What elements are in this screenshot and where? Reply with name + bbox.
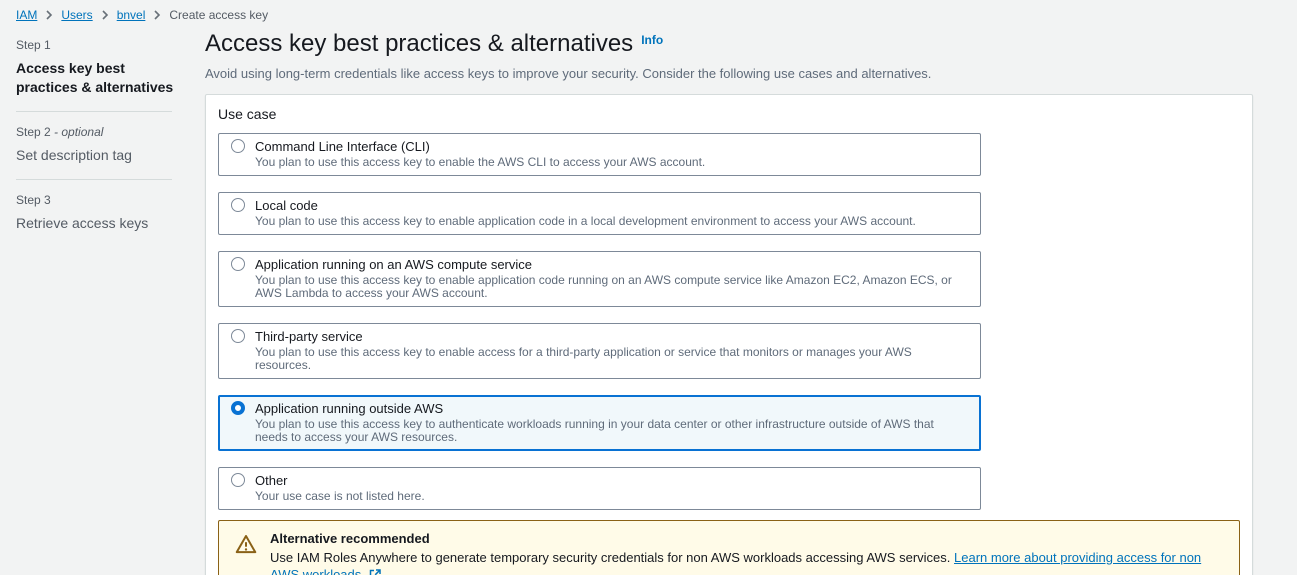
use-case-options: Command Line Interface (CLI) You plan to… bbox=[218, 133, 981, 510]
radio-button-icon[interactable] bbox=[231, 401, 245, 415]
wizard-step-2: Step 2 - optional Set description tag bbox=[16, 125, 189, 165]
option-title: Local code bbox=[255, 198, 318, 213]
radio-button-icon[interactable] bbox=[231, 473, 245, 487]
option-title: Application running outside AWS bbox=[255, 401, 443, 416]
step-number-label: Step 1 bbox=[16, 38, 189, 52]
page-description: Avoid using long-term credentials like a… bbox=[205, 66, 1253, 81]
radio-button-icon[interactable] bbox=[231, 198, 245, 212]
use-case-option-local-code[interactable]: Local code You plan to use this access k… bbox=[218, 192, 981, 235]
main-content: Access key best practices & alternatives… bbox=[205, 26, 1297, 575]
page-title: Access key best practices & alternatives bbox=[205, 30, 633, 59]
breadcrumb-link-users[interactable]: Users bbox=[61, 8, 92, 22]
option-description: You plan to use this access key to enabl… bbox=[255, 156, 968, 169]
alert-text: Use IAM Roles Anywhere to generate tempo… bbox=[270, 549, 1223, 575]
use-case-option-cli[interactable]: Command Line Interface (CLI) You plan to… bbox=[218, 133, 981, 176]
radio-button-icon[interactable] bbox=[231, 257, 245, 271]
use-case-option-outside-aws[interactable]: Application running outside AWS You plan… bbox=[218, 395, 981, 451]
radio-button-icon[interactable] bbox=[231, 329, 245, 343]
wizard-steps-sidebar: Step 1 Access key best practices & alter… bbox=[0, 26, 205, 237]
option-description: Your use case is not listed here. bbox=[255, 490, 968, 503]
step-title[interactable]: Set description tag bbox=[16, 146, 188, 165]
step-divider bbox=[16, 111, 172, 112]
wizard-step-1: Step 1 Access key best practices & alter… bbox=[16, 38, 189, 97]
external-link-icon bbox=[369, 568, 381, 575]
option-title: Third-party service bbox=[255, 329, 363, 344]
step-number-label: Step 2 - optional bbox=[16, 125, 189, 139]
use-case-option-other[interactable]: Other Your use case is not listed here. bbox=[218, 467, 981, 510]
breadcrumb-link-iam[interactable]: IAM bbox=[16, 8, 37, 22]
alert-title: Alternative recommended bbox=[270, 531, 1223, 546]
radio-button-icon[interactable] bbox=[231, 139, 245, 153]
option-description: You plan to use this access key to enabl… bbox=[255, 274, 968, 300]
warning-triangle-icon bbox=[235, 531, 257, 559]
chevron-right-icon bbox=[153, 10, 161, 20]
breadcrumb-current: Create access key bbox=[169, 8, 268, 22]
info-link[interactable]: Info bbox=[641, 33, 663, 47]
step-number-label: Step 3 bbox=[16, 193, 189, 207]
option-title: Other bbox=[255, 473, 288, 488]
option-title: Command Line Interface (CLI) bbox=[255, 139, 430, 154]
chevron-right-icon bbox=[101, 10, 109, 20]
warning-alert: Alternative recommended Use IAM Roles An… bbox=[218, 520, 1240, 575]
use-case-option-third-party[interactable]: Third-party service You plan to use this… bbox=[218, 323, 981, 379]
option-title: Application running on an AWS compute se… bbox=[255, 257, 532, 272]
step-title[interactable]: Retrieve access keys bbox=[16, 214, 188, 233]
breadcrumb-link-user[interactable]: bnvel bbox=[117, 8, 146, 22]
option-description: You plan to use this access key to enabl… bbox=[255, 346, 968, 372]
step-title: Access key best practices & alternatives bbox=[16, 59, 188, 97]
option-description: You plan to use this access key to enabl… bbox=[255, 215, 968, 228]
use-case-container: Use case Command Line Interface (CLI) Yo… bbox=[205, 94, 1253, 575]
use-case-label: Use case bbox=[218, 106, 1240, 122]
wizard-step-3: Step 3 Retrieve access keys bbox=[16, 193, 189, 233]
breadcrumb: IAM Users bnvel Create access key bbox=[0, 0, 1297, 26]
use-case-option-aws-compute[interactable]: Application running on an AWS compute se… bbox=[218, 251, 981, 307]
chevron-right-icon bbox=[45, 10, 53, 20]
option-description: You plan to use this access key to authe… bbox=[255, 418, 968, 444]
step-divider bbox=[16, 179, 172, 180]
